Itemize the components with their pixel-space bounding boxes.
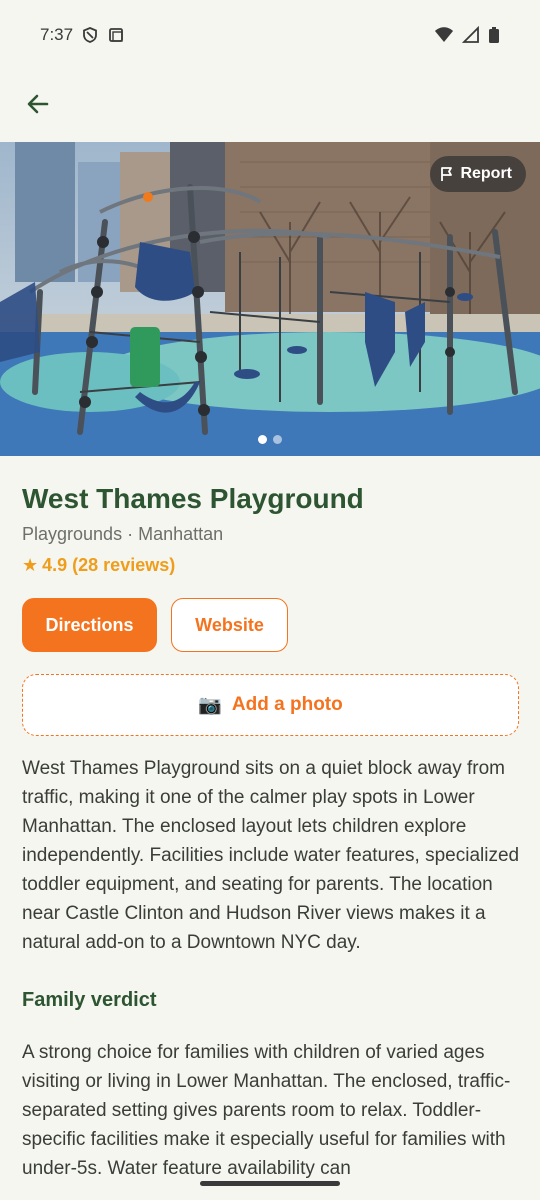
status-bar: 7:37 xyxy=(0,0,540,70)
separator: · xyxy=(127,524,134,544)
directions-button[interactable]: Directions xyxy=(22,598,157,652)
family-verdict-heading: Family verdict xyxy=(22,989,157,1011)
website-button[interactable]: Website xyxy=(171,598,288,652)
place-details: West Thames Playground Playgrounds · Man… xyxy=(22,456,522,1183)
back-button[interactable] xyxy=(18,84,58,124)
arrow-left-icon xyxy=(27,94,49,114)
status-time: 7:37 xyxy=(40,25,74,44)
place-borough: Manhattan xyxy=(138,524,224,544)
place-category: Playgrounds xyxy=(22,524,123,544)
screenshot-icon xyxy=(109,28,123,42)
star-icon: ★ xyxy=(22,555,39,575)
flag-icon xyxy=(441,167,453,181)
carousel-dot[interactable] xyxy=(258,435,267,444)
place-title: West Thames Playground xyxy=(22,483,364,514)
carousel-dot[interactable] xyxy=(273,435,282,444)
home-indicator[interactable] xyxy=(200,1181,340,1186)
add-photo-button[interactable]: 📷 Add a photo xyxy=(22,674,519,736)
rating[interactable]: ★ 4.9 (28 reviews) xyxy=(22,555,522,576)
place-subtitle: Playgrounds · Manhattan xyxy=(22,524,522,545)
photo-carousel[interactable]: Report xyxy=(0,142,540,456)
report-button[interactable]: Report xyxy=(430,156,526,192)
app-bar xyxy=(0,70,540,142)
add-photo-label: Add a photo xyxy=(231,694,343,715)
signal-icon xyxy=(462,26,479,43)
camera-icon: 📷 xyxy=(198,695,222,716)
report-label: Report xyxy=(460,165,512,182)
wifi-icon xyxy=(435,27,453,42)
carousel-indicator xyxy=(0,435,540,444)
shield-icon xyxy=(83,27,97,43)
action-buttons: Directions Website xyxy=(22,598,522,652)
place-description: West Thames Playground sits on a quiet b… xyxy=(22,758,520,953)
family-verdict-text: A strong choice for families with childr… xyxy=(22,1042,511,1179)
battery-icon xyxy=(489,27,499,43)
rating-text: 4.9 (28 reviews) xyxy=(42,555,176,575)
